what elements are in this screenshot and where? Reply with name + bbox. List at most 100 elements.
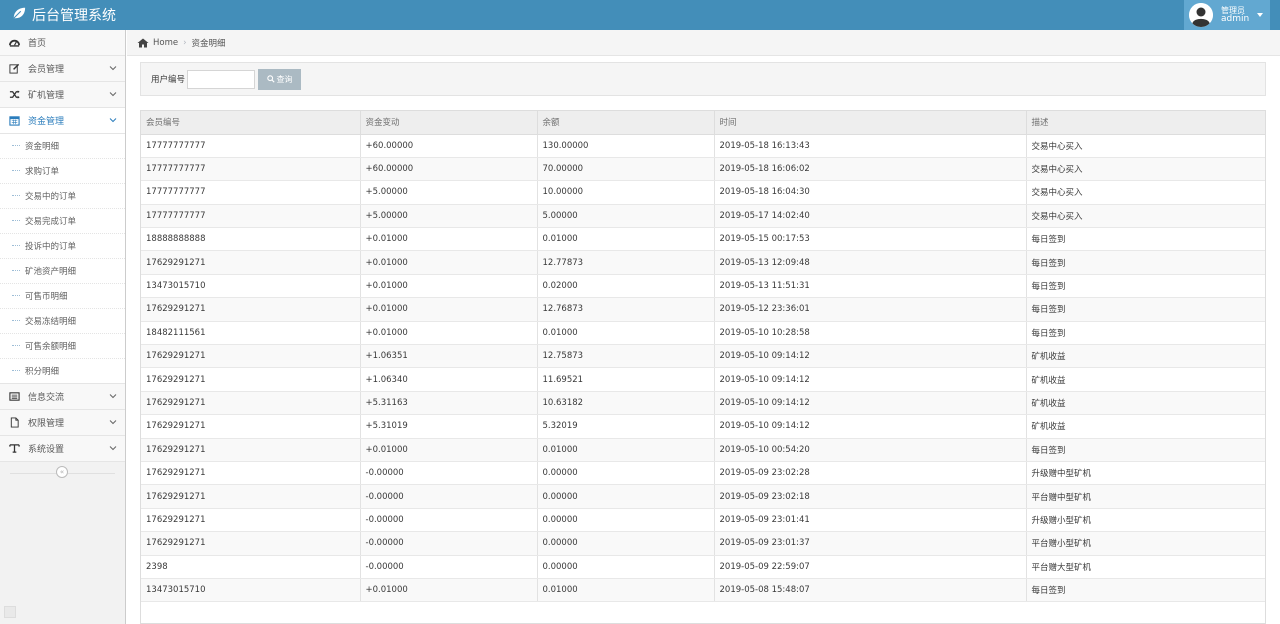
sidebar: 首页 会员管理 矿机管理 资金管理 资金明细 求购订单 交易中的订单 交易完成订… xyxy=(0,30,126,624)
cell-balance: 0.00000 xyxy=(537,531,715,556)
sidebar-item-messages[interactable]: 信息交流 xyxy=(0,384,125,410)
breadcrumb-home[interactable]: Home xyxy=(153,38,178,48)
cell-description: 每日签到 xyxy=(1026,321,1265,346)
cell-description: 交易中心买入 xyxy=(1026,157,1265,182)
chevron-down-icon xyxy=(109,446,117,451)
sidebar-item-members[interactable]: 会员管理 xyxy=(0,56,125,82)
sidebar-item-funds[interactable]: 资金管理 xyxy=(0,108,125,134)
cell-amount-change: -0.00000 xyxy=(360,531,538,556)
cell-member-id: 18888888888 xyxy=(141,227,361,252)
cell-balance: 0.02000 xyxy=(537,274,715,299)
cell-balance: 10.00000 xyxy=(537,180,715,205)
sidebar-item-permissions[interactable]: 权限管理 xyxy=(0,410,125,436)
search-button-label: 查询 xyxy=(276,74,293,84)
cell-balance: 0.00000 xyxy=(537,555,715,579)
cell-time: 2019-05-10 09:14:12 xyxy=(714,391,1027,416)
sidebar-item-home[interactable]: 首页 xyxy=(0,30,125,56)
submenu-item-trading-orders[interactable]: 交易中的订单 xyxy=(0,183,125,208)
cell-description: 矿机收益 xyxy=(1026,391,1265,416)
cell-amount-change: +0.01000 xyxy=(360,321,538,346)
cell-time: 2019-05-18 16:13:43 xyxy=(714,134,1027,158)
cell-amount-change: +0.01000 xyxy=(360,438,538,462)
submenu-item-points[interactable]: 积分明细 xyxy=(0,358,125,383)
column-header-time[interactable]: 时间 xyxy=(714,111,1027,135)
cell-description: 交易中心买入 xyxy=(1026,204,1265,229)
column-header-balance[interactable]: 余额 xyxy=(537,111,715,135)
sidebar-item-label: 系统设置 xyxy=(28,445,65,455)
cell-balance: 70.00000 xyxy=(537,157,715,182)
column-header-description[interactable]: 描述 xyxy=(1026,111,1265,135)
cell-amount-change: +0.01000 xyxy=(360,578,538,603)
app-title: 后台管理系统 xyxy=(32,8,116,24)
table-row: 17629291271 +1.06340 11.69521 2019-05-10 09… xyxy=(141,367,1265,392)
column-header-member-id[interactable]: 会员编号 xyxy=(141,111,361,135)
cell-time: 2019-05-09 23:02:18 xyxy=(714,484,1027,509)
cell-member-id: 17629291271 xyxy=(141,344,361,369)
submenu-item-completed-orders[interactable]: 交易完成订单 xyxy=(0,208,125,233)
cell-description: 每日签到 xyxy=(1026,274,1265,299)
submenu-item-buy-orders[interactable]: 求购订单 xyxy=(0,158,125,183)
table-row: 13473015710 +0.01000 0.01000 2019-05-08 15:… xyxy=(141,578,1265,603)
sidebar-item-settings[interactable]: 系统设置 xyxy=(0,436,125,462)
sidebar-item-label: 矿机管理 xyxy=(28,91,65,101)
cell-balance: 10.63182 xyxy=(537,391,715,416)
table-row: 17629291271 +0.01000 0.01000 2019-05-10 00:… xyxy=(141,438,1265,462)
search-bar: 用户编号 查询 xyxy=(140,62,1266,96)
table-row: 18482111561 +0.01000 0.01000 2019-05-10 10:… xyxy=(141,321,1265,346)
submenu-item-pool-assets[interactable]: 矿池资产明细 xyxy=(0,258,125,283)
cell-amount-change: +60.00000 xyxy=(360,134,538,158)
cell-time: 2019-05-10 09:14:12 xyxy=(714,344,1027,369)
cell-amount-change: +0.01000 xyxy=(360,274,538,299)
leaf-icon xyxy=(12,6,26,24)
cell-description: 矿机收益 xyxy=(1026,367,1265,392)
submenu-item-sellable-balance[interactable]: 可售余额明细 xyxy=(0,333,125,358)
cell-time: 2019-05-09 23:02:28 xyxy=(714,461,1027,486)
double-chevron-left-icon[interactable]: « xyxy=(56,466,68,478)
submenu-item-complaint-orders[interactable]: 投诉中的订单 xyxy=(0,233,125,258)
cell-amount-change: +5.00000 xyxy=(360,204,538,229)
user-id-input[interactable] xyxy=(187,69,256,89)
cell-member-id: 17629291271 xyxy=(141,414,361,439)
cell-description: 平台赠大型矿机 xyxy=(1026,555,1265,579)
cell-balance: 11.69521 xyxy=(537,367,715,392)
sidebar-item-label: 首页 xyxy=(28,39,47,49)
sidebar-item-label: 信息交流 xyxy=(28,393,65,403)
cell-time: 2019-05-18 16:06:02 xyxy=(714,157,1027,182)
column-header-amount-change[interactable]: 资金变动 xyxy=(360,111,538,135)
cell-time: 2019-05-17 14:02:40 xyxy=(714,204,1027,229)
submenu-item-sellable-coins[interactable]: 可售币明细 xyxy=(0,283,125,308)
cell-amount-change: -0.00000 xyxy=(360,461,538,486)
sidebar-item-label: 权限管理 xyxy=(28,419,65,429)
cell-balance: 12.76873 xyxy=(537,297,715,322)
search-button[interactable]: 查询 xyxy=(258,68,302,90)
cell-description: 每日签到 xyxy=(1026,578,1265,603)
table-row: 17629291271 -0.00000 0.00000 2019-05-09 23:… xyxy=(141,461,1265,486)
cell-member-id: 17777777777 xyxy=(141,157,361,182)
corner-toggle-icon[interactable] xyxy=(4,606,16,618)
cell-member-id: 17629291271 xyxy=(141,391,361,416)
table-row: 17777777777 +5.00000 10.00000 2019-05-18 16… xyxy=(141,180,1265,205)
cell-description: 矿机收益 xyxy=(1026,414,1265,439)
dashboard-icon xyxy=(8,37,20,49)
avatar xyxy=(1189,3,1213,27)
funds-submenu: 资金明细 求购订单 交易中的订单 交易完成订单 投诉中的订单 矿池资产明细 可售… xyxy=(0,134,125,384)
cell-member-id: 13473015710 xyxy=(141,578,361,603)
chevron-down-icon xyxy=(109,420,117,425)
chevron-down-icon xyxy=(109,394,117,399)
search-label: 用户编号 xyxy=(151,75,186,85)
table-row: 17629291271 +0.01000 12.76873 2019-05-12 23… xyxy=(141,297,1265,322)
cell-balance: 12.75873 xyxy=(537,344,715,369)
cell-amount-change: +0.01000 xyxy=(360,227,538,252)
cell-time: 2019-05-12 23:36:01 xyxy=(714,297,1027,322)
cell-balance: 12.77873 xyxy=(537,250,715,275)
user-menu[interactable]: 管理员 admin xyxy=(1184,0,1270,30)
cell-balance: 0.01000 xyxy=(537,578,715,603)
cell-amount-change: +1.06340 xyxy=(360,367,538,392)
submenu-item-fund-details[interactable]: 资金明细 xyxy=(0,134,125,158)
cell-member-id: 2398 xyxy=(141,555,361,579)
user-name: admin xyxy=(1221,14,1250,24)
cell-balance: 0.00000 xyxy=(537,508,715,533)
brand[interactable]: 后台管理系统 xyxy=(12,5,116,25)
sidebar-item-miners[interactable]: 矿机管理 xyxy=(0,82,125,108)
submenu-item-frozen-details[interactable]: 交易冻结明细 xyxy=(0,308,125,333)
